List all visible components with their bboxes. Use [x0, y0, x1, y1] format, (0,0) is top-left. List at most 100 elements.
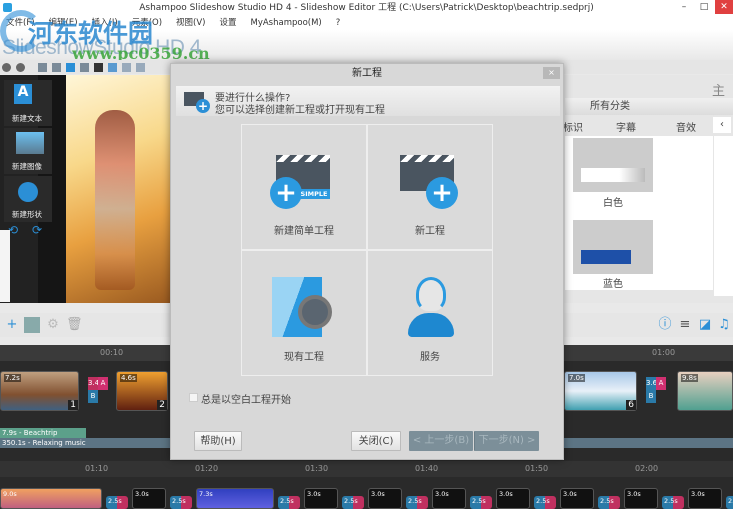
theme-white-label: 白色 [603, 198, 623, 209]
back-icon[interactable] [2, 62, 11, 72]
timeline-mini-clip[interactable]: 3.0s [496, 488, 530, 509]
new-project-dialog: 新工程 × + 要进行什么操作? 您可以选择创建新工程或打开现有工程 + SIM… [170, 63, 564, 460]
trash-icon[interactable]: 🗑 [66, 317, 83, 333]
align-icon[interactable]: ≡ [677, 317, 693, 333]
tab-logos[interactable]: 标识 [563, 119, 583, 134]
minimize-button[interactable]: – [675, 0, 693, 14]
always-blank-label[interactable]: 总是以空白工程开始 [201, 391, 291, 406]
music-icon[interactable]: ♫ [716, 317, 732, 333]
theme-blue-label: 蓝色 [603, 279, 623, 290]
timeline-mini-clip[interactable]: 2.5s [406, 496, 428, 509]
timeline-mini-clip[interactable]: 2.5s [726, 496, 733, 509]
forward-icon[interactable] [16, 62, 25, 72]
delete-icon[interactable] [94, 62, 103, 72]
timeline-mini-clip[interactable]: 2.5s [470, 496, 492, 509]
timeline-clip[interactable]: 7.0s 6 [564, 371, 637, 411]
settings-icon[interactable]: ⚙ [45, 317, 61, 333]
tool-label: 新建形状 [12, 210, 42, 219]
help-button[interactable]: 帮助(H) [194, 431, 242, 451]
always-blank-checkbox[interactable] [189, 393, 198, 402]
timeline-mini-clip[interactable]: 3.0s [688, 488, 722, 509]
rotate-right-icon[interactable]: ⟳ [32, 223, 42, 237]
new-text-tool[interactable]: A 新建文本 [4, 80, 52, 126]
cut-icon[interactable] [38, 62, 47, 72]
close-window-button[interactable]: ✕ [715, 0, 733, 14]
window-title: Ashampoo Slideshow Studio HD 4 - Slidesh… [139, 3, 594, 13]
preview-subject [95, 110, 135, 290]
zoom-in-icon[interactable] [122, 62, 131, 72]
copy-icon[interactable] [52, 62, 61, 72]
option-new-simple-project[interactable]: + SIMPLE 新建简单工程 [241, 124, 367, 250]
fit-icon[interactable] [108, 62, 117, 72]
maximize-button[interactable]: □ [695, 0, 713, 14]
theme-white-thumb[interactable] [573, 138, 653, 192]
clip-duration: 9.0s [3, 490, 17, 498]
option-new-project[interactable]: + 新工程 [367, 124, 493, 250]
paste-icon[interactable] [66, 62, 75, 72]
timeline-mini-clip[interactable]: 2.5s [106, 496, 128, 509]
add-icon[interactable]: + [4, 317, 20, 333]
timeline-mini-clip[interactable]: 3.0s [432, 488, 466, 509]
timeline-mini-clip[interactable]: 2.5s [662, 496, 684, 509]
timeline-mini-clip[interactable]: 2.5s [170, 496, 192, 509]
timeline-mini-clip[interactable]: 3.0s [624, 488, 658, 509]
new-image-tool[interactable]: 新建图像 [4, 128, 52, 174]
timeline-mini-clip[interactable]: 3.0s [304, 488, 338, 509]
timeline-mini-clip[interactable]: 9.0s [0, 488, 102, 509]
category-dropdown[interactable]: 所有分类 [565, 98, 733, 115]
clip-duration: 2.5s [600, 497, 614, 505]
option-label: 新建简单工程 [274, 226, 334, 237]
clip-duration: 3.0s [691, 490, 705, 498]
add-media-icon[interactable] [24, 317, 40, 333]
menu-view[interactable]: 视图(V) [176, 16, 205, 30]
tab-sound-effects[interactable]: 音效 [676, 119, 696, 134]
option-service[interactable]: 服务 [367, 250, 493, 376]
clip-duration: 3.0s [435, 490, 449, 498]
clip-duration: 3.0s [135, 490, 149, 498]
next-button[interactable]: 下一步(N) > [474, 431, 539, 451]
panel-edge [0, 230, 10, 302]
dialog-close-button[interactable]: × [543, 67, 560, 79]
menu-help[interactable]: ? [336, 16, 341, 30]
clip-duration: 2.5s [472, 497, 486, 505]
clip-duration: 2.5s [664, 497, 678, 505]
shape-icon [18, 182, 38, 202]
timeline-mini-clip[interactable]: 2.5s [598, 496, 620, 509]
library-items: 白色 蓝色 [565, 136, 713, 290]
tabs-scroll-left-icon[interactable]: ‹ [713, 117, 731, 133]
menu-myashampoo[interactable]: MyAshampoo(M) [250, 16, 321, 30]
timeline-clip[interactable]: 7.2s 1 [0, 371, 79, 411]
ruler-tick: 00:10 [100, 348, 124, 357]
timeline-mini-clip[interactable]: 3.0s [368, 488, 402, 509]
timeline-clip[interactable]: 9.8s [677, 371, 733, 411]
timeline-clip[interactable]: 4.6s 2 [116, 371, 168, 411]
library-scrollbar[interactable] [714, 136, 733, 296]
support-headset-icon [416, 277, 446, 311]
image-icon [16, 132, 44, 154]
text-track[interactable]: 7.9s - Beachtrip [0, 428, 86, 438]
close-button[interactable]: 关闭(C) [351, 431, 401, 451]
menu-settings[interactable]: 设置 [219, 16, 236, 30]
edit-icon[interactable]: ◪ [697, 317, 713, 333]
theme-blue-thumb[interactable] [573, 220, 653, 274]
info-icon[interactable]: ⓘ [657, 317, 673, 333]
tool-label: 新建文本 [12, 114, 42, 123]
timeline-mini-clip[interactable]: 3.0s [132, 488, 166, 509]
timeline-mini-clip[interactable]: 2.5s [278, 496, 300, 509]
transition-badge[interactable]: 3.6s B A [646, 377, 666, 403]
option-existing-project[interactable]: 现有工程 [241, 250, 367, 376]
clip-duration: 3.0s [307, 490, 321, 498]
app-icon [3, 3, 12, 12]
back-button[interactable]: < 上一步(B) [409, 431, 473, 451]
timeline-mini-clip[interactable]: 2.5s [534, 496, 556, 509]
timeline-mini-clip[interactable]: 2.5s [342, 496, 364, 509]
tab-subtitles[interactable]: 字幕 [616, 119, 636, 134]
timeline-mini-clip[interactable]: 7.3s [196, 488, 274, 509]
transition-badge[interactable]: 3.4s B A [88, 377, 108, 403]
option-label: 服务 [420, 352, 440, 363]
new-shape-tool[interactable]: 新建形状 [4, 176, 52, 222]
ruler-tick: 01:00 [652, 348, 676, 357]
zoom-out-icon[interactable] [136, 62, 145, 72]
duplicate-icon[interactable] [80, 62, 89, 72]
timeline-mini-clip[interactable]: 3.0s [560, 488, 594, 509]
